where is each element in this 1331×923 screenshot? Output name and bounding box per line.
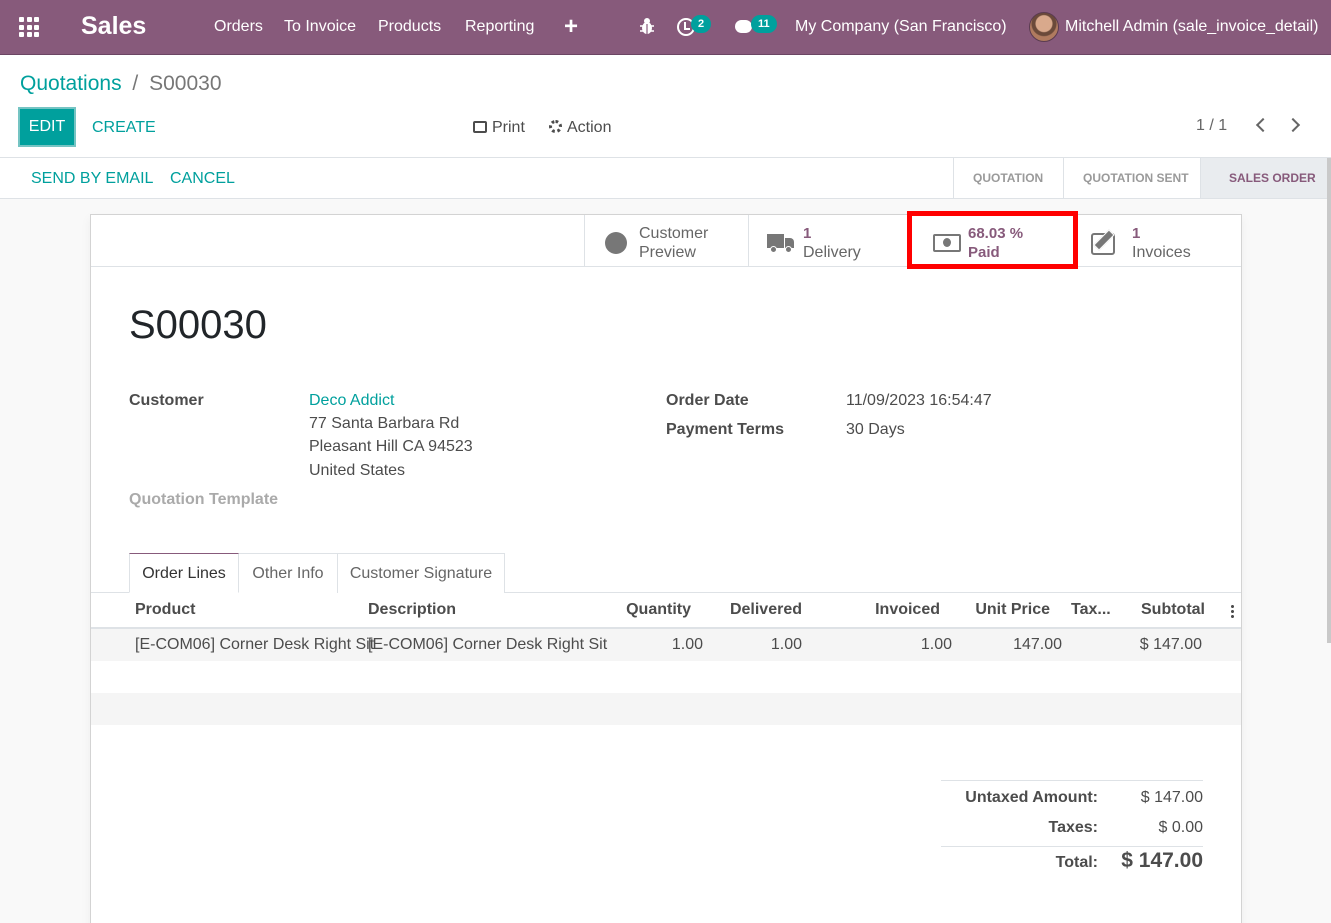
menu-products[interactable]: Products: [378, 18, 441, 36]
column-unit-price[interactable]: Unit Price: [961, 601, 1050, 619]
total-value: $ 147.00: [1121, 849, 1203, 872]
send-by-email-button[interactable]: SEND BY EMAIL: [31, 170, 153, 188]
breadcrumb: Quotations / S00030: [20, 72, 222, 96]
user-avatar[interactable]: [1029, 12, 1059, 42]
customer-link[interactable]: Deco Addict: [309, 392, 394, 410]
column-description[interactable]: Description: [368, 601, 456, 619]
row-quantity: 1.00: [671, 636, 703, 653]
order-lines-header: Product Description Quantity Delivered I…: [91, 593, 1241, 629]
order-name: S00030: [129, 303, 267, 347]
chevron-left-icon[interactable]: [1255, 117, 1271, 133]
top-navbar: Sales Orders To Invoice Products Reporti…: [0, 0, 1331, 55]
totals-divider-top: [941, 780, 1203, 781]
tab-customer-signature[interactable]: Customer Signature: [337, 553, 505, 593]
pager-value[interactable]: 1 / 1: [1196, 117, 1227, 135]
stage-sales-order[interactable]: SALES ORDER: [1200, 158, 1331, 198]
highlight-box: [907, 211, 1078, 269]
delivery-button[interactable]: 1 Delivery: [748, 215, 910, 267]
untaxed-amount-value: $ 147.00: [1140, 789, 1203, 806]
row-description: [E-COM06] Corner Desk Right Sit: [368, 636, 608, 653]
form-statusbar: SEND BY EMAIL CANCEL QUOTATION QUOTATION…: [0, 158, 1331, 199]
customer-preview-button[interactable]: Customer Preview: [584, 215, 748, 267]
order-date-label: Order Date: [666, 392, 749, 409]
breadcrumb-current: S00030: [149, 72, 222, 95]
company-switcher[interactable]: My Company (San Francisco): [795, 18, 1007, 36]
column-product[interactable]: Product: [135, 601, 195, 619]
chevron-right-icon[interactable]: [1285, 117, 1301, 133]
row-delivered: 1.00: [770, 636, 802, 653]
tab-order-lines[interactable]: Order Lines: [129, 553, 239, 593]
preview-line2: Preview: [639, 244, 696, 261]
form-sheet: Customer Preview 1 Delivery 68.03 % Paid…: [90, 214, 1242, 923]
create-button[interactable]: CREATE: [92, 119, 156, 137]
menu-orders[interactable]: Orders: [214, 18, 263, 36]
app-name: Sales: [81, 12, 147, 40]
table-row-empty: [91, 661, 1241, 693]
print-label: Print: [492, 119, 525, 136]
edit-button[interactable]: EDIT: [18, 107, 76, 147]
row-subtotal: $ 147.00: [1139, 636, 1202, 653]
message-count-badge: 11: [751, 15, 777, 33]
bug-icon[interactable]: [639, 17, 655, 35]
customer-address-line1: 77 Santa Barbara Rd: [309, 415, 460, 432]
taxes-value: $ 0.00: [1158, 819, 1203, 836]
print-menu[interactable]: Print: [473, 119, 525, 137]
scrollbar[interactable]: [1327, 158, 1331, 643]
user-menu[interactable]: Mitchell Admin (sale_invoice_detail): [1065, 18, 1318, 36]
payment-terms-value: 30 Days: [846, 421, 905, 438]
payment-terms-label: Payment Terms: [666, 421, 784, 438]
column-delivered[interactable]: Delivered: [711, 601, 802, 619]
apps-menu-icon[interactable]: [19, 17, 41, 37]
menu-to-invoice[interactable]: To Invoice: [284, 18, 356, 36]
delivery-count: 1: [803, 225, 812, 242]
stage-quotation[interactable]: QUOTATION: [953, 158, 1063, 198]
globe-icon: [605, 232, 627, 254]
stage-quotation-sent[interactable]: QUOTATION SENT: [1063, 158, 1200, 198]
tab-other-info[interactable]: Other Info: [238, 553, 338, 593]
cancel-button[interactable]: CANCEL: [170, 170, 235, 188]
gear-icon: [549, 120, 562, 133]
totals-divider-bottom: [941, 846, 1203, 847]
table-row[interactable]: [E-COM06] Corner Desk Right Sit [E-COM06…: [91, 629, 1241, 661]
control-panel: Quotations / S00030 EDIT CREATE Print Ac…: [0, 55, 1331, 158]
breadcrumb-separator: /: [132, 72, 139, 95]
invoice-count: 1: [1132, 225, 1141, 242]
invoices-label: Invoices: [1132, 244, 1191, 261]
column-taxes[interactable]: Tax...: [1071, 601, 1111, 619]
preview-line1: Customer: [639, 225, 709, 242]
taxes-label: Taxes:: [1048, 819, 1098, 836]
truck-icon: [767, 234, 795, 253]
order-date-value: 11/09/2023 16:54:47: [846, 392, 992, 409]
column-invoiced[interactable]: Invoiced: [851, 601, 940, 619]
customer-address-line2: Pleasant Hill CA 94523: [309, 438, 473, 455]
customer-address-line3: United States: [309, 462, 406, 479]
plus-icon[interactable]: +: [564, 13, 578, 41]
optional-columns-icon[interactable]: [1231, 604, 1234, 618]
pencil-square-icon: [1091, 233, 1115, 255]
customer-label: Customer: [129, 392, 204, 409]
invoices-button[interactable]: 1 Invoices: [1076, 215, 1241, 267]
quotation-template-label: Quotation Template: [129, 491, 279, 508]
row-product: [E-COM06] Corner Desk Right Sit: [135, 636, 375, 653]
row-unit-price: 147.00: [1013, 636, 1062, 653]
action-label: Action: [567, 119, 612, 136]
column-quantity[interactable]: Quantity: [611, 601, 691, 619]
menu-reporting[interactable]: Reporting: [465, 18, 534, 36]
column-subtotal[interactable]: Subtotal: [1121, 601, 1205, 619]
printer-icon: [473, 121, 487, 133]
total-label: Total:: [1055, 854, 1098, 871]
activity-count-badge: 2: [691, 15, 712, 33]
untaxed-amount-label: Untaxed Amount:: [965, 789, 1098, 806]
row-invoiced: 1.00: [920, 636, 952, 653]
table-row-empty: [91, 693, 1241, 725]
action-menu[interactable]: Action: [549, 119, 611, 137]
delivery-label: Delivery: [803, 244, 861, 261]
stage-pipeline: QUOTATION QUOTATION SENT SALES ORDER: [953, 158, 1331, 198]
chat-icon[interactable]: [735, 20, 752, 33]
breadcrumb-quotations-link[interactable]: Quotations: [20, 72, 122, 95]
